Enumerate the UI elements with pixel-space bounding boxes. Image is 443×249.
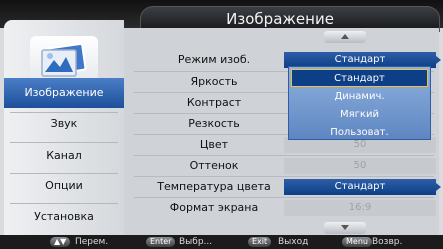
- tv-menu-frame: Изображение Изображение Звук Канал Опции: [0, 0, 443, 249]
- picture-mode-dropdown[interactable]: Стандарт Динамич. Мягкий Пользоват.: [288, 66, 431, 140]
- sidebar-item-options[interactable]: Опции: [4, 171, 124, 201]
- row-label: Оттенок: [189, 159, 239, 172]
- sidebar-item-channel[interactable]: Канал: [4, 141, 124, 171]
- row-label: Режим изоб.: [177, 53, 251, 66]
- row-tint[interactable]: Оттенок 50: [124, 156, 439, 176]
- scroll-down-button[interactable]: [324, 222, 366, 234]
- row-value: 50: [284, 158, 436, 174]
- sidebar-item-label: Изображение: [24, 86, 104, 99]
- menu-hint: Возвр.: [372, 237, 403, 247]
- row-value: 16:9: [284, 200, 436, 216]
- nav-key-icon: ▲▼: [50, 237, 71, 247]
- dropdown-option[interactable]: Пользоват.: [289, 124, 430, 142]
- enter-hint: Выбр...: [179, 237, 213, 247]
- dropdown-option[interactable]: Мягкий: [289, 106, 430, 124]
- menu-title: Изображение: [226, 10, 334, 28]
- sidebar-item-label: Звук: [50, 117, 78, 130]
- sidebar-item-label: Опции: [45, 179, 83, 192]
- help-bar: ▲▼ Перем. Enter Выбр... Exit Выход Menu …: [0, 235, 443, 249]
- row-label: Цвет: [199, 138, 229, 151]
- row-value[interactable]: Стандарт: [284, 179, 436, 195]
- row-label: Формат экрана: [169, 201, 259, 214]
- row-label: Яркость: [190, 75, 238, 88]
- enter-key-icon: Enter: [146, 237, 176, 247]
- chevron-right-icon: [436, 56, 441, 64]
- sidebar: Изображение Звук Канал Опции Установка: [4, 20, 124, 235]
- picture-category-icon: [30, 36, 98, 82]
- dropdown-option-selected[interactable]: Стандарт: [291, 69, 428, 87]
- row-label: Резкость: [188, 117, 240, 130]
- sidebar-item-sound[interactable]: Звук: [4, 109, 124, 139]
- nav-hint: Перем.: [75, 237, 109, 247]
- exit-hint: Выход: [278, 237, 309, 247]
- sidebar-item-label: Установка: [34, 210, 94, 223]
- sidebar-item-picture[interactable]: Изображение: [4, 78, 124, 108]
- sidebar-item-setup[interactable]: Установка: [4, 202, 124, 232]
- row-aspect-ratio[interactable]: Формат экрана 16:9: [124, 198, 439, 218]
- menu-key-icon: Menu: [342, 237, 372, 247]
- scroll-up-button[interactable]: [324, 31, 366, 43]
- dropdown-option[interactable]: Динамич.: [289, 88, 430, 106]
- row-label: Температура цвета: [157, 180, 271, 193]
- row-color-temperature[interactable]: Температура цвета Стандарт: [124, 177, 441, 197]
- chevron-right-icon: [436, 183, 441, 191]
- exit-key-icon: Exit: [248, 237, 272, 247]
- row-label: Контраст: [186, 96, 242, 109]
- sidebar-item-label: Канал: [46, 149, 82, 162]
